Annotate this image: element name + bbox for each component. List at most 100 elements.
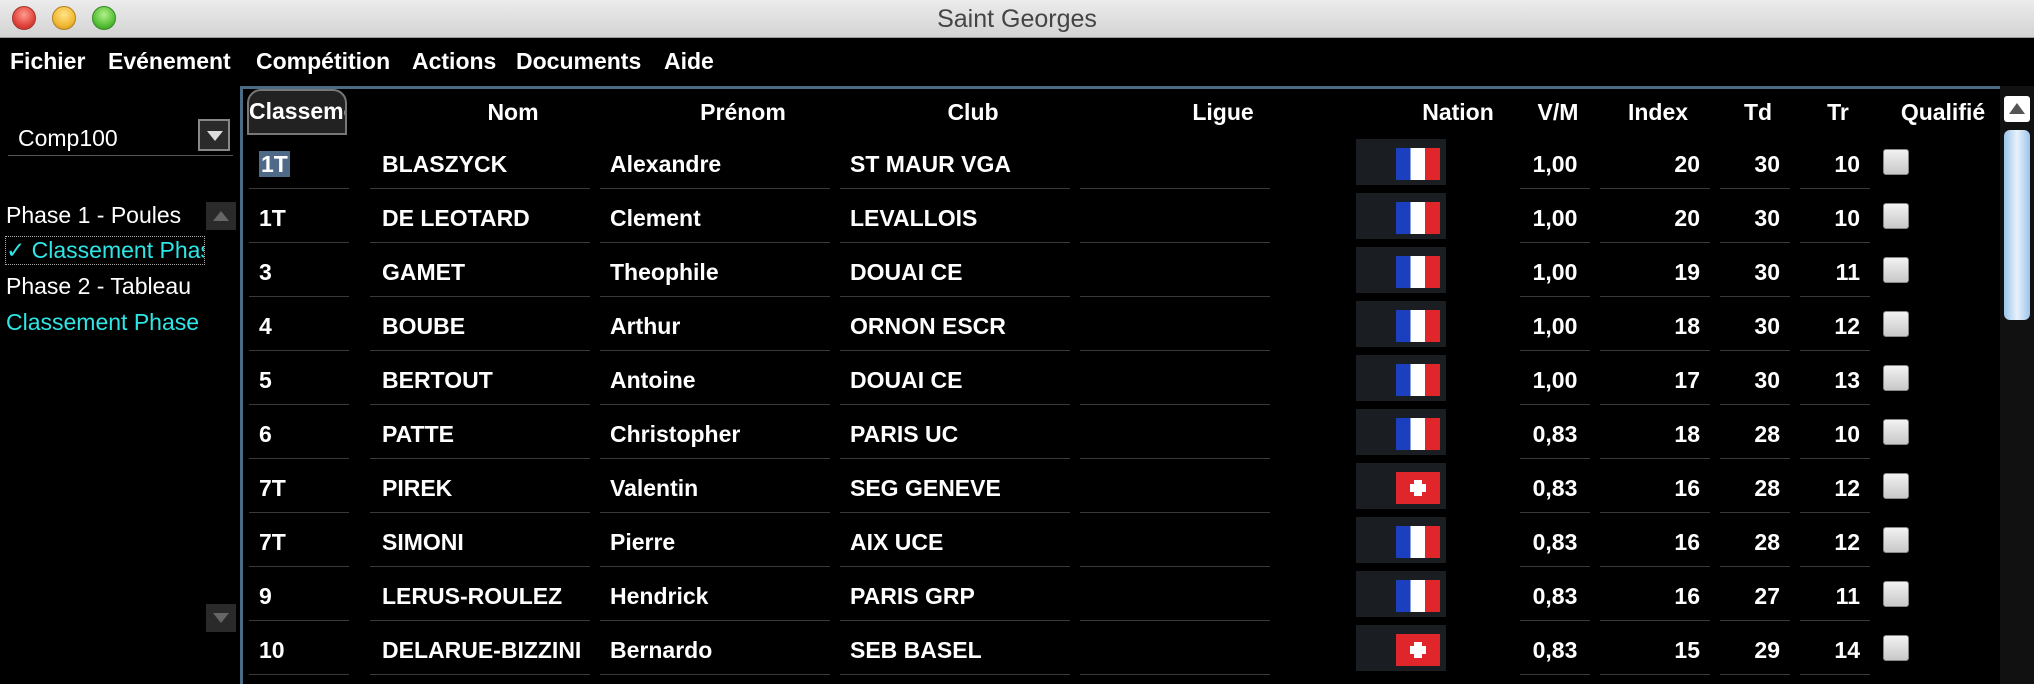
rank-cell: 10 [249, 625, 349, 675]
competition-select[interactable]: Comp100 [8, 117, 233, 156]
nation-cell [1356, 625, 1446, 671]
rank-cell-text: 10 [259, 637, 285, 663]
table-row[interactable]: 1T BLASZYCK Alexandre ST MAUR VGA 1,00 20 30 10 [243, 139, 1999, 189]
tr-cell: 12 [1800, 517, 1870, 567]
menu-bar: Fichier Evénement Compétition Actions Do… [0, 38, 2034, 82]
nation-cell [1356, 571, 1446, 617]
qualifie-checkbox[interactable] [1883, 149, 1909, 175]
club-cell-text: ORNON ESCR [850, 313, 1006, 339]
col-header-tr[interactable]: Tr [1803, 89, 1873, 135]
index-cell-text: 19 [1674, 259, 1700, 285]
phase-list-scroll-down[interactable] [206, 604, 236, 632]
table-row[interactable]: 3 GAMET Theophile DOUAI CE 1,00 19 30 11 [243, 247, 1999, 297]
col-header-classement[interactable]: Classement [247, 89, 347, 135]
nation-cell [1356, 355, 1446, 401]
td-cell-text: 28 [1754, 421, 1780, 447]
chevron-up-icon [2009, 103, 2025, 114]
table-row[interactable]: 1T DE LEOTARD Clement LEVALLOIS 1,00 20 30 10 [243, 193, 1999, 243]
phase-item-3[interactable]: Phase 2 - Tableau [6, 273, 206, 300]
col-header-vm[interactable]: V/M [1523, 89, 1593, 135]
club-cell-text: AIX UCE [850, 529, 944, 555]
table-row[interactable]: 7T SIMONI Pierre AIX UCE 0,83 16 28 12 [243, 517, 1999, 567]
table-row[interactable]: 7T PIREK Valentin SEG GENEVE 0,83 16 28 12 [243, 463, 1999, 513]
menu-actions[interactable]: Actions [412, 48, 496, 75]
prenom-cell: Pierre [600, 517, 830, 567]
prenom-cell-text: Theophile [610, 259, 719, 285]
phase-item-label: Phase 2 - Tableau [6, 273, 191, 299]
scroll-up-button[interactable] [2004, 96, 2030, 122]
ligue-cell [1080, 193, 1270, 243]
col-header-nom[interactable]: Nom [423, 89, 603, 135]
col-header-club[interactable]: Club [883, 89, 1063, 135]
ligue-cell [1080, 625, 1270, 675]
col-header-nation[interactable]: Nation [1393, 89, 1523, 135]
ligue-cell [1080, 355, 1270, 405]
index-cell: 16 [1600, 571, 1710, 621]
menu-fichier[interactable]: Fichier [10, 48, 85, 75]
phase-item-label: Phase 1 - Poules [6, 202, 182, 228]
col-header-prenom[interactable]: Prénom [653, 89, 833, 135]
col-header-ligue[interactable]: Ligue [1123, 89, 1323, 135]
qualifie-checkbox[interactable] [1883, 311, 1909, 337]
prenom-cell-text: Hendrick [610, 583, 709, 609]
table-scrollbar[interactable] [2000, 86, 2034, 684]
qualifie-checkbox[interactable] [1883, 527, 1909, 553]
france-flag-icon [1396, 526, 1440, 558]
select-dropdown-button[interactable] [198, 119, 230, 151]
menu-aide[interactable]: Aide [664, 48, 714, 75]
phase-item-4[interactable]: Classement Phase 2 [6, 309, 206, 336]
vm-cell-text: 1,00 [1532, 259, 1578, 285]
table-row[interactable]: 5 BERTOUT Antoine DOUAI CE 1,00 17 30 13 [243, 355, 1999, 405]
table-row[interactable]: 9 LERUS-ROULEZ Hendrick PARIS GRP 0,83 16 27 11 [243, 571, 1999, 621]
col-header-index[interactable]: Index [1603, 89, 1713, 135]
ligue-cell [1080, 301, 1270, 351]
prenom-cell-text: Christopher [610, 421, 741, 447]
index-cell: 20 [1600, 193, 1710, 243]
qualifie-checkbox[interactable] [1883, 473, 1909, 499]
phase-list-scroll-up[interactable] [206, 202, 236, 230]
table-row[interactable]: 6 PATTE Christopher PARIS UC 0,83 18 28 10 [243, 409, 1999, 459]
chevron-down-icon [213, 613, 229, 623]
col-header-qualifie[interactable]: Qualifié [1883, 89, 2003, 135]
rank-cell-text: 7T [259, 529, 286, 555]
index-cell: 16 [1600, 463, 1710, 513]
qualifie-checkbox[interactable] [1883, 635, 1909, 661]
phase-item-2-selected[interactable]: ✓ Classement Phase 1 [5, 236, 205, 265]
france-flag-icon [1396, 256, 1440, 288]
club-cell: SEG GENEVE [840, 463, 1070, 513]
index-cell: 18 [1600, 409, 1710, 459]
rank-cell: 3 [249, 247, 349, 297]
france-flag-icon [1396, 364, 1440, 396]
table-row[interactable]: 10 DELARUE-BIZZINI Bernardo SEB BASEL 0,83 15… [243, 625, 1999, 675]
vm-cell-text: 0,83 [1532, 583, 1578, 609]
qualifie-checkbox[interactable] [1883, 581, 1909, 607]
tr-cell-text: 10 [1834, 151, 1860, 177]
qualifie-checkbox[interactable] [1883, 419, 1909, 445]
tr-cell-text: 11 [1835, 583, 1860, 609]
index-cell-text: 16 [1674, 475, 1700, 501]
prenom-cell-text: Arthur [610, 313, 681, 339]
index-cell-text: 16 [1674, 583, 1700, 609]
qualifie-checkbox[interactable] [1883, 203, 1909, 229]
menu-competition[interactable]: Compétition [256, 48, 390, 75]
tr-cell-text: 11 [1835, 259, 1860, 285]
index-cell-text: 15 [1674, 637, 1700, 663]
phase-item-1[interactable]: Phase 1 - Poules [6, 202, 206, 229]
qualifie-checkbox[interactable] [1883, 365, 1909, 391]
menu-documents[interactable]: Documents [516, 48, 641, 75]
france-flag-icon [1396, 418, 1440, 450]
tr-cell-text: 12 [1834, 313, 1860, 339]
index-cell-text: 16 [1674, 529, 1700, 555]
qualifie-checkbox[interactable] [1883, 257, 1909, 283]
club-cell-text: DOUAI CE [850, 367, 963, 393]
tr-cell: 11 [1800, 247, 1870, 297]
ligue-cell [1080, 463, 1270, 513]
td-cell-text: 29 [1754, 637, 1780, 663]
phase-item-label: Classement Phase 1 [31, 237, 204, 263]
col-header-td[interactable]: Td [1723, 89, 1793, 135]
menu-evenement[interactable]: Evénement [108, 48, 231, 75]
club-cell: DOUAI CE [840, 355, 1070, 405]
table-row[interactable]: 4 BOUBE Arthur ORNON ESCR 1,00 18 30 12 [243, 301, 1999, 351]
scroll-thumb[interactable] [2004, 130, 2030, 320]
td-cell-text: 28 [1754, 475, 1780, 501]
